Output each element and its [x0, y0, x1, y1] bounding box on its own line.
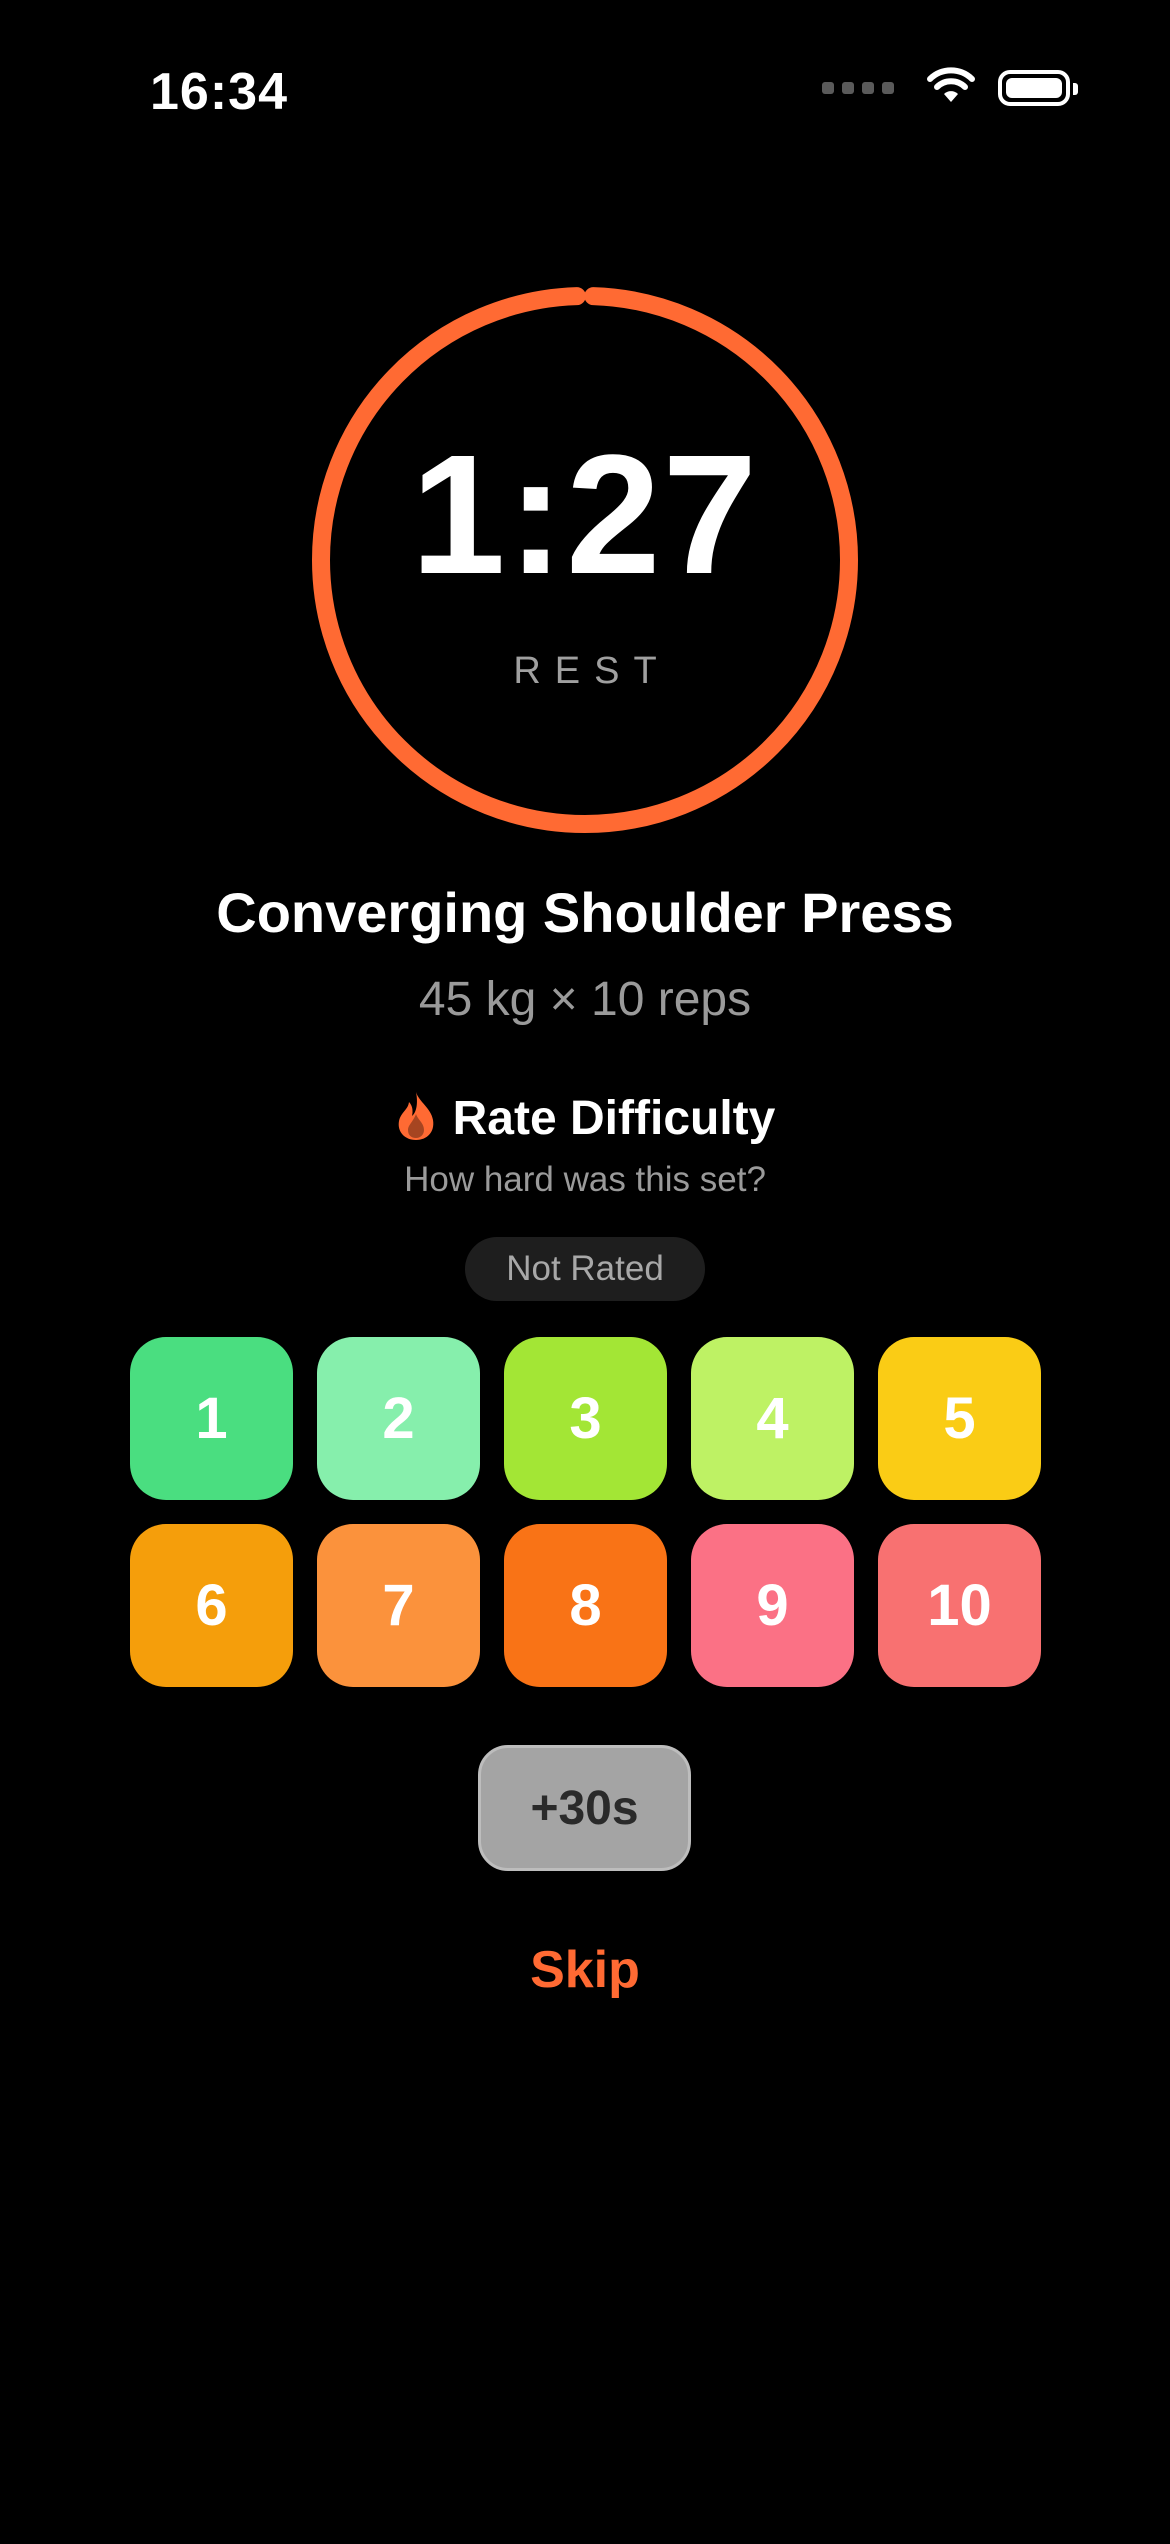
wifi-icon [926, 66, 976, 109]
battery-icon [998, 69, 1078, 106]
rating-button-5[interactable]: 5 [878, 1337, 1041, 1500]
flame-icon [395, 1090, 437, 1147]
add-30-seconds-button[interactable]: +30s [478, 1745, 691, 1871]
rating-button-6[interactable]: 6 [130, 1524, 293, 1687]
status-bar: 16:34 [0, 0, 1170, 190]
status-time: 16:34 [150, 63, 288, 121]
rate-difficulty-header: Rate Difficulty [0, 1090, 1170, 1147]
rating-button-1[interactable]: 1 [130, 1337, 293, 1500]
skip-button[interactable]: Skip [0, 1940, 1170, 2000]
rate-difficulty-subtitle: How hard was this set? [404, 1160, 766, 1199]
exercise-name: Converging Shoulder Press [216, 881, 954, 944]
cellular-signal-icon [822, 81, 894, 94]
rate-difficulty-title: Rate Difficulty [452, 1092, 776, 1145]
rest-timer: 1:27 REST [305, 280, 865, 840]
status-icons [822, 66, 1078, 109]
rating-button-2[interactable]: 2 [317, 1337, 480, 1500]
difficulty-rating-grid: 1 2 3 4 5 6 7 8 9 10 [130, 1337, 1041, 1687]
current-rating-badge: Not Rated [465, 1237, 705, 1301]
exercise-detail: 45 kg × 10 reps [418, 973, 752, 1026]
timer-value: 1:27 [410, 420, 760, 610]
rating-button-9[interactable]: 9 [691, 1524, 854, 1687]
timer-label: REST [513, 650, 671, 692]
rating-button-8[interactable]: 8 [504, 1524, 667, 1687]
rating-button-3[interactable]: 3 [504, 1337, 667, 1500]
rating-button-10[interactable]: 10 [878, 1524, 1041, 1687]
rating-button-7[interactable]: 7 [317, 1524, 480, 1687]
rating-button-4[interactable]: 4 [691, 1337, 854, 1500]
